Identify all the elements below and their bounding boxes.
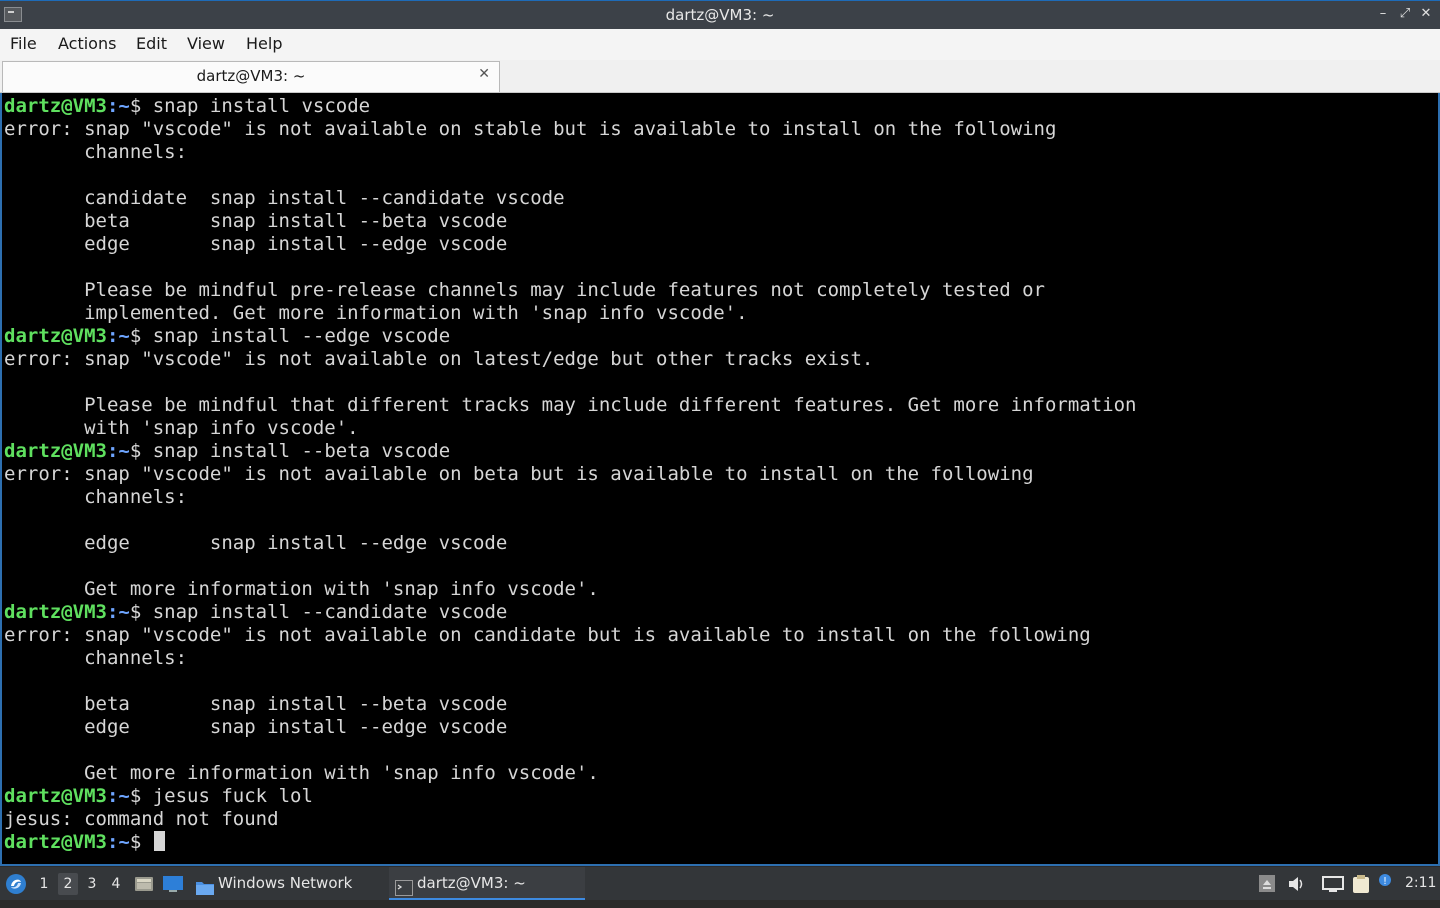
terminal-output-line: beta snap install --beta vscode — [4, 210, 508, 232]
window-title: dartz@VM3: ~ — [665, 6, 775, 24]
terminal-output-line: jesus: command not found — [4, 808, 279, 830]
command-text: snap install --beta vscode — [141, 440, 451, 462]
terminal-output-line: Get more information with 'snap info vsc… — [4, 578, 599, 600]
menu-bar: File Actions Edit View Help — [0, 29, 1440, 60]
tab-label: dartz@VM3: ~ — [196, 67, 306, 85]
prompt-symbol: $ — [129, 601, 142, 623]
workspace-1[interactable]: 1 — [34, 873, 54, 895]
terminal-output-line: edge snap install --edge vscode — [4, 233, 508, 255]
terminal-output-line: implemented. Get more information with '… — [4, 302, 748, 324]
terminal-output-line: channels: — [4, 486, 188, 508]
tab-close-icon[interactable]: ✕ — [478, 66, 490, 82]
terminal-output-line: Please be mindful that different tracks … — [4, 394, 1137, 416]
menu-file[interactable]: File — [10, 34, 37, 53]
taskbar: 1 2 3 4 Windows Network dartz@VM3: ~ ! 2… — [0, 867, 1440, 900]
terminal-output-line: error: snap "vscode" is not available on… — [4, 348, 874, 370]
prompt-path: :~ — [106, 785, 130, 807]
terminal-command-line: dartz@VM3:~$ snap install vscode — [4, 95, 1136, 118]
folder-icon — [195, 875, 215, 895]
prompt-user: dartz@VM3 — [4, 601, 107, 623]
start-menu-icon[interactable] — [5, 873, 27, 895]
prompt-path: :~ — [106, 831, 130, 853]
prompt-symbol: $ — [129, 785, 142, 807]
terminal-output-line: candidate snap install --candidate vscod… — [4, 187, 565, 209]
terminal-icon — [395, 875, 413, 896]
terminal-output-line: error: snap "vscode" is not available on… — [4, 463, 1034, 485]
prompt-user: dartz@VM3 — [4, 440, 107, 462]
terminal-command-line: dartz@VM3:~$ snap install --beta vscode — [4, 440, 1136, 463]
terminal-command-line: dartz@VM3:~$ snap install --candidate vs… — [4, 601, 1136, 624]
terminal-output: dartz@VM3:~$ snap install vscode error: s… — [4, 95, 1136, 854]
command-text — [141, 831, 152, 853]
prompt-user: dartz@VM3 — [4, 785, 107, 807]
file-manager-icon[interactable] — [134, 875, 154, 893]
maximize-icon[interactable]: ⤢ — [1396, 5, 1414, 23]
prompt-symbol: $ — [129, 325, 142, 347]
task-label: dartz@VM3: ~ — [417, 874, 526, 892]
terminal-view[interactable]: dartz@VM3:~$ snap install vscode error: s… — [0, 93, 1440, 866]
eject-icon[interactable] — [1258, 874, 1276, 893]
prompt-symbol: $ — [129, 95, 142, 117]
show-desktop-icon[interactable] — [162, 875, 184, 893]
network-icon[interactable] — [1322, 875, 1344, 893]
terminal-output-line: Please be mindful pre-release channels m… — [4, 279, 1045, 301]
prompt-path: :~ — [106, 440, 130, 462]
terminal-output-line: channels: — [4, 141, 188, 163]
notification-icon[interactable]: ! — [1378, 873, 1392, 887]
terminal-output-line: error: snap "vscode" is not available on… — [4, 624, 1091, 646]
prompt-path: :~ — [106, 95, 130, 117]
window-titlebar[interactable]: dartz@VM3: ~ – ⤢ ✕ — [0, 0, 1440, 29]
command-text: snap install --candidate vscode — [141, 601, 508, 623]
terminal-command-line: dartz@VM3:~$ snap install --edge vscode — [4, 325, 1136, 348]
prompt-user: dartz@VM3 — [4, 95, 107, 117]
terminal-tab[interactable]: dartz@VM3: ~ ✕ — [2, 61, 500, 92]
volume-icon[interactable] — [1287, 875, 1307, 893]
menu-edit[interactable]: Edit — [136, 34, 167, 53]
close-icon[interactable]: ✕ — [1417, 5, 1435, 23]
menu-help[interactable]: Help — [246, 34, 282, 53]
command-text: snap install --edge vscode — [141, 325, 451, 347]
minimize-icon[interactable]: – — [1374, 5, 1392, 23]
prompt-symbol: $ — [129, 831, 142, 853]
command-text: snap install vscode — [141, 95, 371, 117]
workspace-2[interactable]: 2 — [58, 873, 78, 895]
terminal-output-line: error: snap "vscode" is not available on… — [4, 118, 1057, 140]
prompt-path: :~ — [106, 325, 130, 347]
tab-bar: dartz@VM3: ~ ✕ — [0, 60, 1440, 93]
terminal-command-line: dartz@VM3:~$ — [4, 831, 1136, 854]
terminal-output-line: edge snap install --edge vscode — [4, 716, 508, 738]
menu-view[interactable]: View — [187, 34, 225, 53]
prompt-user: dartz@VM3 — [4, 831, 107, 853]
command-text: jesus fuck lol — [141, 785, 313, 807]
task-label: Windows Network — [218, 874, 353, 892]
text-cursor — [153, 831, 165, 851]
svg-text:!: ! — [1383, 876, 1387, 887]
terminal-command-line: dartz@VM3:~$ jesus fuck lol — [4, 785, 1136, 808]
terminal-output-line: beta snap install --beta vscode — [4, 693, 508, 715]
workspace-3[interactable]: 3 — [82, 873, 102, 895]
prompt-symbol: $ — [129, 440, 142, 462]
prompt-user: dartz@VM3 — [4, 325, 107, 347]
clock[interactable]: 2:11 — [1405, 867, 1436, 900]
task-terminal[interactable]: dartz@VM3: ~ — [389, 867, 585, 900]
terminal-output-line: channels: — [4, 647, 188, 669]
terminal-output-line: edge snap install --edge vscode — [4, 532, 508, 554]
workspace-4[interactable]: 4 — [106, 873, 126, 895]
menu-actions[interactable]: Actions — [58, 34, 116, 53]
clipboard-icon[interactable] — [1350, 873, 1372, 895]
terminal-output-line: with 'snap info vscode'. — [4, 417, 359, 439]
prompt-path: :~ — [106, 601, 130, 623]
task-windows-network[interactable]: Windows Network — [193, 867, 378, 900]
terminal-output-line: Get more information with 'snap info vsc… — [4, 762, 599, 784]
